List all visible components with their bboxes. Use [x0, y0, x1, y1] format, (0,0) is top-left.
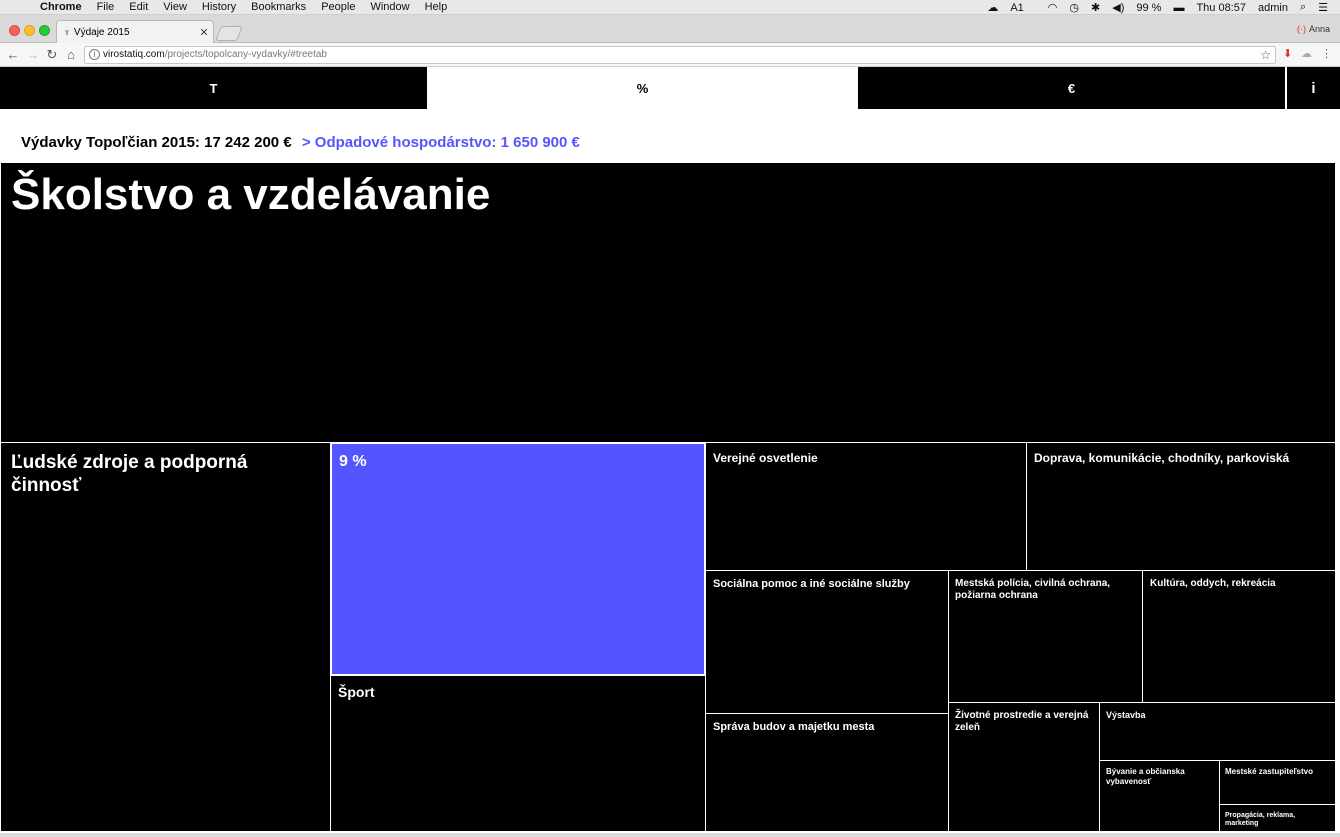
breadcrumb: Výdavky Topoľčian 2015: 17 242 200 € > O… [21, 134, 580, 151]
battery-status[interactable]: 99 % [1136, 2, 1161, 14]
treemap-cell-sprava-budov[interactable]: Správa budov a majetku mesta [705, 713, 949, 832]
cell-label: Ľudské zdroje a podporná činnosť [11, 452, 248, 496]
nav-euro-button[interactable]: € [858, 67, 1285, 109]
treemap-cell-doprava[interactable]: Doprava, komunikácie, chodníky, parkovis… [1026, 442, 1336, 571]
home-icon[interactable]: ⌂ [63, 46, 79, 64]
system-menu-bar: Chrome File Edit View History Bookmarks … [0, 0, 1340, 15]
window-bottom-edge [0, 833, 1340, 837]
flag-icon[interactable]: ▬ [1173, 2, 1184, 14]
treemap-cell-kultura[interactable]: Kultúra, oddych, rekreácia [1142, 570, 1336, 703]
cell-label: Kultúra, oddych, rekreácia [1150, 578, 1276, 589]
cell-label: Výstavba [1106, 710, 1146, 720]
menu-window[interactable]: Window [370, 0, 409, 15]
back-arrow-icon[interactable]: ← [5, 46, 21, 64]
treemap-cell-zivotne-prostredie[interactable]: Životné prostredie a verejná zeleň [948, 702, 1100, 832]
cell-percent-label: 9 % [339, 453, 367, 470]
treemap-cell-propagacia[interactable]: Propagácia, reklama, marketing [1219, 804, 1336, 832]
nav-treemap-button[interactable]: T [0, 67, 427, 109]
address-bar[interactable]: i virostatiq.com/projects/topolcany-vyda… [84, 46, 1276, 64]
url-path: /projects/topolcany-vydavky/#treetab [164, 49, 327, 60]
window-close-button[interactable] [9, 25, 20, 36]
time-machine-icon[interactable]: ◷ [1069, 1, 1079, 14]
cell-label: Doprava, komunikácie, chodníky, parkovis… [1034, 451, 1290, 465]
site-info-icon[interactable]: i [89, 49, 100, 60]
cell-label: Bývanie a občianska vybavenosť [1106, 767, 1185, 786]
url-host: virostatiq.com [103, 49, 165, 60]
menu-bookmarks[interactable]: Bookmarks [251, 0, 306, 15]
wifi-icon[interactable]: ◠ [1048, 1, 1058, 14]
treemap: Školstvo a vzdelávanie Ľudské zdroje a p… [0, 162, 1336, 833]
cell-label: Sociálna pomoc a iné sociálne služby [713, 578, 910, 590]
treemap-cell-osvetlenie[interactable]: Verejné osvetlenie [705, 442, 1027, 571]
breadcrumb-current[interactable]: > Odpadové hospodárstvo: 1 650 900 € [302, 134, 580, 151]
cell-label: Šport [338, 684, 375, 700]
treemap-cell-odpadove-selected[interactable]: 9 % [330, 442, 706, 676]
bluetooth-icon[interactable]: ✱ [1091, 1, 1100, 14]
nav-percent-button[interactable]: % [427, 67, 858, 109]
menu-people[interactable]: People [321, 0, 355, 15]
menu-status-area: ☁ A1 ◠ ◷ ✱ ◀) 99 % ▬ Thu 08:57 admin ⌕ ☰ [987, 0, 1340, 15]
bookmark-star-icon[interactable]: ☆ [1260, 47, 1271, 63]
browser-tab-strip: ᴛ Výdaje 2015 ✕ (·) Anna [0, 15, 1340, 43]
menu-edit[interactable]: Edit [129, 0, 148, 15]
cell-label: Verejné osvetlenie [713, 451, 818, 465]
user-name[interactable]: admin [1258, 2, 1288, 14]
chrome-menu-icon[interactable]: ⋮ [1321, 47, 1332, 60]
new-tab-button[interactable] [215, 26, 243, 41]
notification-center-icon[interactable]: ☰ [1318, 1, 1328, 14]
tab-title: Výdaje 2015 [73, 26, 130, 38]
cloud-extension-icon[interactable]: ☁ [1301, 47, 1312, 60]
nav-info-button[interactable]: i [1287, 67, 1340, 109]
menu-view[interactable]: View [163, 0, 187, 15]
treemap-cell-socialna[interactable]: Sociálna pomoc a iné sociálne služby [705, 570, 949, 714]
treemap-cell-byvanie[interactable]: Bývanie a občianska vybavenosť [1099, 760, 1220, 832]
window-zoom-button[interactable] [39, 25, 50, 36]
extension-icon[interactable]: ⬇ [1283, 47, 1292, 60]
cell-label: Mestská polícia, civilná ochrana, požiar… [955, 578, 1111, 601]
window-minimize-button[interactable] [24, 25, 35, 36]
menu-history[interactable]: History [202, 0, 236, 15]
app-nav: T % € i [0, 67, 1340, 109]
menu-app-chrome[interactable]: Chrome [40, 0, 82, 15]
profile-name: Anna [1308, 24, 1330, 34]
treemap-cell-skolstvo[interactable]: Školstvo a vzdelávanie [0, 162, 1336, 443]
volume-icon[interactable]: ◀) [1112, 1, 1124, 14]
treemap-cell-policia[interactable]: Mestská polícia, civilná ochrana, požiar… [948, 570, 1143, 703]
favicon-icon: ᴛ [65, 27, 69, 37]
treemap-cell-ludske-zdroje[interactable]: Ľudské zdroje a podporná činnosť [0, 442, 331, 832]
menu-file[interactable]: File [97, 0, 115, 15]
adobe-badge: 1 [1017, 1, 1024, 14]
browser-toolbar: ← → ↻ ⌂ i virostatiq.com/projects/topolc… [0, 43, 1340, 67]
cell-label: Mestské zastupiteľstvo [1225, 767, 1313, 776]
menu-help[interactable]: Help [425, 0, 448, 15]
cloud-icon[interactable]: ☁ [987, 1, 998, 14]
breadcrumb-root[interactable]: Výdavky Topoľčian 2015: 17 242 200 € [21, 134, 292, 151]
profile-button[interactable]: (·) Anna [1297, 24, 1330, 34]
cell-label: Školstvo a vzdelávanie [11, 170, 491, 219]
cell-label: Správa budov a majetku mesta [713, 721, 875, 733]
cell-label: Propagácia, reklama, marketing [1225, 812, 1296, 828]
treemap-cell-sport[interactable]: Šport [330, 675, 706, 832]
treemap-cell-zastupitelstvo[interactable]: Mestské zastupiteľstvo [1219, 760, 1336, 805]
browser-tab[interactable]: ᴛ Výdaje 2015 ✕ [56, 20, 214, 43]
spotlight-icon[interactable]: ⌕ [1300, 1, 1306, 14]
profile-icon: (·) [1296, 24, 1306, 34]
reload-icon[interactable]: ↻ [44, 46, 60, 64]
cell-label: Životné prostredie a verejná zeleň [955, 710, 1089, 733]
clock[interactable]: Thu 08:57 [1196, 2, 1246, 14]
tab-close-icon[interactable]: ✕ [197, 26, 211, 39]
treemap-cell-vystavba[interactable]: Výstavba [1099, 702, 1336, 761]
adobe-icon[interactable]: A1 [1010, 2, 1035, 14]
forward-arrow-icon[interactable]: → [25, 46, 41, 64]
